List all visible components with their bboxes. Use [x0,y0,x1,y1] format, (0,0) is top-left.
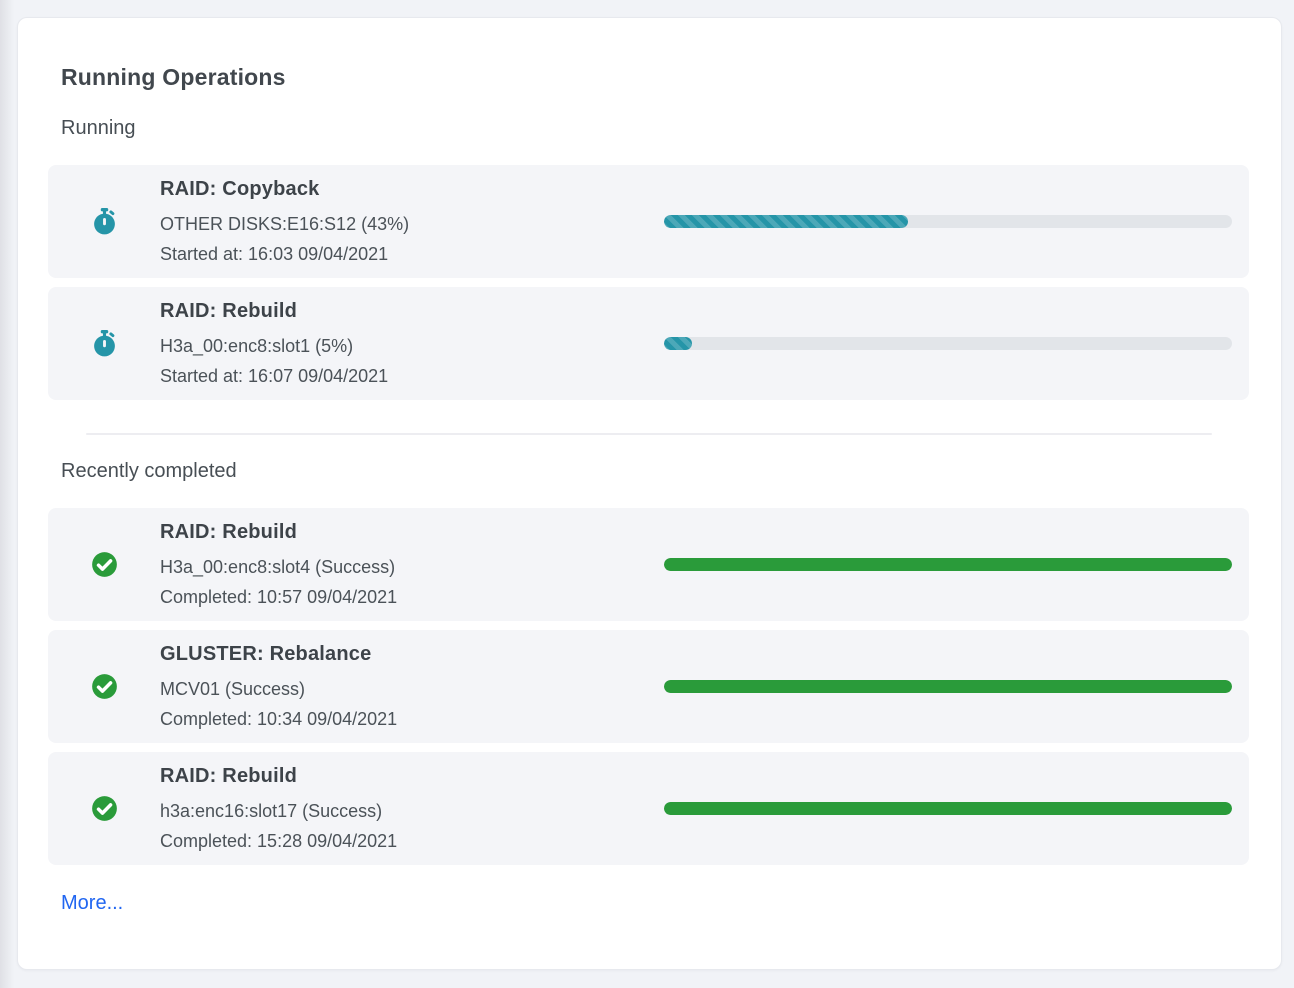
stopwatch-icon [91,330,118,357]
operations-section: Recently completed RAID: Rebuild H3a_00:… [48,460,1249,865]
section-label: Recently completed [61,460,1249,483]
operation-text: RAID: Rebuild H3a_00:enc8:slot1 (5%) Sta… [160,297,664,391]
operation-row: RAID: Rebuild H3a_00:enc8:slot4 (Success… [48,508,1249,621]
operation-status-icon-cell [48,330,160,357]
operation-time: Completed: 10:34 09/04/2021 [160,704,664,734]
check-circle-icon [91,551,118,578]
operation-time: Started at: 16:07 09/04/2021 [160,361,664,391]
operation-target: H3a_00:enc8:slot1 (5%) [160,331,664,361]
operation-progress-cell [664,802,1232,815]
operation-status-icon-cell [48,795,160,822]
progress-bar-fill [664,215,908,228]
operation-row: RAID: Rebuild H3a_00:enc8:slot1 (5%) Sta… [48,287,1249,400]
operation-row: GLUSTER: Rebalance MCV01 (Success) Compl… [48,630,1249,743]
operation-progress-cell [664,337,1232,350]
operation-status-icon-cell [48,208,160,235]
operation-status-icon-cell [48,673,160,700]
operation-progress-cell [664,680,1232,693]
operation-text: RAID: Copyback OTHER DISKS:E16:S12 (43%)… [160,175,664,269]
operation-time: Started at: 16:03 09/04/2021 [160,239,664,269]
progress-bar-fill [664,558,1232,571]
progress-bar-fill [664,802,1232,815]
check-circle-icon [91,673,118,700]
progress-bar [664,337,1232,350]
running-operations-panel: Running Operations Running RAID: Copybac… [17,17,1282,970]
operation-title: RAID: Rebuild [160,297,664,325]
operation-text: RAID: Rebuild H3a_00:enc8:slot4 (Success… [160,518,664,612]
operation-row: RAID: Rebuild h3a:enc16:slot17 (Success)… [48,752,1249,865]
operation-progress-cell [664,558,1232,571]
progress-bar [664,680,1232,693]
progress-bar-fill [664,337,692,350]
operation-title: RAID: Rebuild [160,518,664,546]
panel-title: Running Operations [61,64,1249,91]
progress-bar [664,215,1232,228]
progress-bar [664,558,1232,571]
operation-text: RAID: Rebuild h3a:enc16:slot17 (Success)… [160,762,664,856]
operation-title: RAID: Rebuild [160,762,664,790]
progress-bar-fill [664,680,1232,693]
sections-container: Running RAID: Copyback OTHER DISKS:E16:S… [48,117,1249,865]
operation-target: H3a_00:enc8:slot4 (Success) [160,552,664,582]
operation-title: RAID: Copyback [160,175,664,203]
operation-row: RAID: Copyback OTHER DISKS:E16:S12 (43%)… [48,165,1249,278]
operation-target: h3a:enc16:slot17 (Success) [160,796,664,826]
operations-section: Running RAID: Copyback OTHER DISKS:E16:S… [48,117,1249,400]
operation-title: GLUSTER: Rebalance [160,640,664,668]
operation-rows: RAID: Copyback OTHER DISKS:E16:S12 (43%)… [48,165,1249,400]
left-edge-shadow [0,0,14,988]
operation-time: Completed: 10:57 09/04/2021 [160,582,664,612]
section-label: Running [61,117,1249,140]
check-circle-icon [91,795,118,822]
operation-status-icon-cell [48,551,160,578]
operation-target: MCV01 (Success) [160,674,664,704]
section-divider [86,433,1212,435]
stopwatch-icon [91,208,118,235]
operation-rows: RAID: Rebuild H3a_00:enc8:slot4 (Success… [48,508,1249,865]
operation-progress-cell [664,215,1232,228]
more-link[interactable]: More... [61,892,123,915]
progress-bar [664,802,1232,815]
operation-time: Completed: 15:28 09/04/2021 [160,826,664,856]
operation-text: GLUSTER: Rebalance MCV01 (Success) Compl… [160,640,664,734]
operation-target: OTHER DISKS:E16:S12 (43%) [160,209,664,239]
